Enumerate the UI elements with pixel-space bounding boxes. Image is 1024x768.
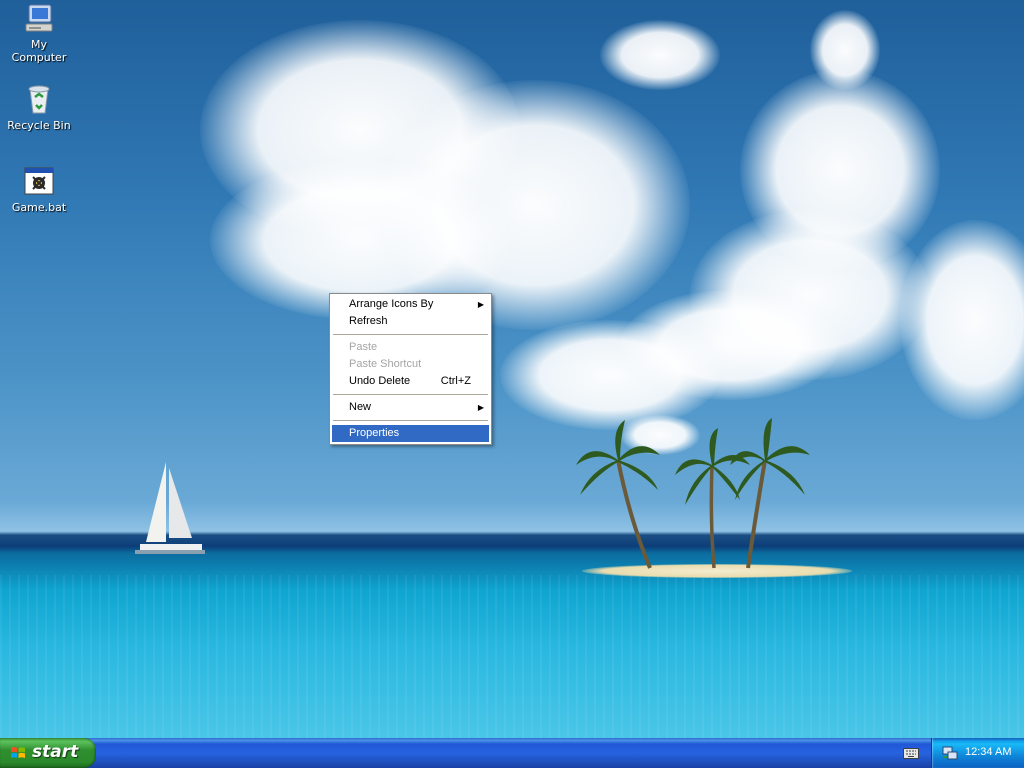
my-computer-icon [23, 2, 55, 34]
wallpaper-cloud [620, 290, 840, 400]
wallpaper-cloud [600, 20, 720, 90]
menu-item-undo-delete[interactable]: Undo Delete Ctrl+Z [332, 373, 489, 390]
clock[interactable]: 12:34 AM [965, 746, 1011, 758]
desktop[interactable]: My Computer Recycle Bin Game.bat [0, 0, 1024, 738]
desktop-icon-label: Game.bat [11, 201, 67, 214]
menu-separator [333, 420, 488, 421]
menu-item-label: Arrange Icons By [349, 298, 434, 310]
batch-file-icon [23, 165, 55, 197]
recycle-bin-icon [23, 83, 55, 115]
sailboat [135, 462, 205, 554]
menu-item-label: Refresh [349, 315, 388, 327]
windows-logo-icon [11, 747, 25, 758]
desktop-icon-my-computer[interactable]: My Computer [2, 2, 76, 64]
menu-item-paste: Paste [332, 339, 489, 356]
wallpaper-cloud [810, 10, 880, 90]
menu-item-arrange-icons-by[interactable]: Arrange Icons By ▶ [332, 296, 489, 313]
menu-item-label: Properties [349, 427, 400, 439]
sea-surface [0, 575, 1024, 738]
system-tray: 12:34 AM [931, 738, 1024, 768]
menu-item-new[interactable]: New ▶ [332, 399, 489, 416]
menu-separator [333, 394, 488, 395]
menu-item-label: Paste Shortcut [349, 358, 422, 370]
start-button[interactable]: start [0, 738, 96, 768]
desktop-icon-recycle-bin[interactable]: Recycle Bin [2, 83, 76, 132]
menu-item-refresh[interactable]: Refresh [332, 313, 489, 330]
menu-item-paste-shortcut: Paste Shortcut [332, 356, 489, 373]
menu-item-label: Paste [349, 341, 378, 353]
menu-item-properties[interactable]: Properties [332, 425, 489, 442]
wallpaper-cloud [900, 220, 1024, 420]
menu-item-label: New [349, 401, 372, 413]
submenu-arrow-icon: ▶ [477, 403, 484, 412]
desktop-icon-label: My Computer [11, 38, 67, 64]
submenu-arrow-icon: ▶ [477, 300, 484, 309]
menu-item-shortcut: Ctrl+Z [440, 375, 471, 387]
menu-item-label: Undo Delete [349, 375, 411, 387]
palm-trees [576, 418, 810, 569]
desktop-icon-label: Recycle Bin [7, 119, 71, 132]
desktop-icon-game-bat[interactable]: Game.bat [2, 165, 76, 214]
taskbar[interactable]: start [0, 738, 1024, 768]
network-icon[interactable] [942, 745, 958, 761]
keyboard-icon[interactable] [903, 746, 919, 760]
start-label: start [32, 742, 79, 762]
menu-separator [333, 334, 488, 335]
desktop-context-menu: Arrange Icons By ▶ Refresh Paste Paste S… [329, 293, 492, 445]
